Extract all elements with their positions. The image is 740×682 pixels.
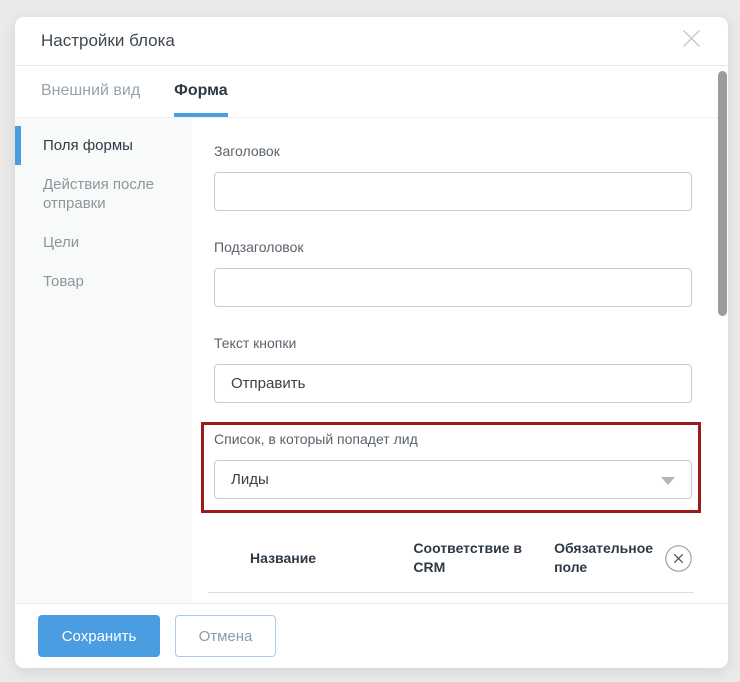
- sidebar-item-after-submit-actions[interactable]: Действия после отправки: [15, 165, 192, 223]
- lead-list-select[interactable]: Лиды: [214, 460, 692, 499]
- lead-list-selected-value: Лиды: [231, 471, 269, 488]
- column-header-crm-mapping: Соответствие в CRM: [413, 539, 554, 577]
- save-button[interactable]: Сохранить: [38, 615, 160, 657]
- dialog-footer: Сохранить Отмена: [15, 603, 728, 668]
- tab-form[interactable]: Форма: [174, 66, 228, 117]
- column-header-required-field: Обязательное поле: [554, 539, 665, 577]
- scrollbar-thumb[interactable]: [718, 71, 727, 316]
- subtitle-input[interactable]: [214, 268, 692, 307]
- lead-list-label: Список, в который попадет лид: [214, 431, 692, 448]
- subtitle-field-label: Подзаголовок: [214, 239, 692, 256]
- button-text-field-group: Текст кнопки: [214, 335, 692, 403]
- cancel-button[interactable]: Отмена: [175, 615, 276, 657]
- button-text-input[interactable]: [214, 364, 692, 403]
- dialog-body: Поля формы Действия после отправки Цели …: [15, 118, 728, 603]
- title-field-label: Заголовок: [214, 143, 692, 160]
- dialog-title: Настройки блока: [41, 31, 175, 51]
- close-icon: [682, 29, 701, 53]
- sidebar: Поля формы Действия после отправки Цели …: [15, 118, 192, 603]
- fields-table-header: Название Соответствие в CRM Обязательное…: [214, 539, 692, 577]
- chevron-down-icon: [661, 477, 675, 485]
- dialog-header: Настройки блока: [15, 17, 728, 66]
- sidebar-item-goals[interactable]: Цели: [15, 223, 192, 262]
- circle-x-icon: [665, 559, 692, 575]
- title-field-group: Заголовок: [214, 143, 692, 211]
- sidebar-item-form-fields[interactable]: Поля формы: [15, 126, 192, 165]
- title-input[interactable]: [214, 172, 692, 211]
- remove-row-button[interactable]: [665, 545, 692, 572]
- button-text-field-label: Текст кнопки: [214, 335, 692, 352]
- close-button[interactable]: [680, 30, 702, 52]
- subtitle-field-group: Подзаголовок: [214, 239, 692, 307]
- lead-list-highlight-box: Список, в который попадет лид Лиды: [201, 422, 701, 513]
- form-settings-panel: Заголовок Подзаголовок Текст кнопки Спис…: [192, 118, 728, 603]
- sidebar-item-product[interactable]: Товар: [15, 262, 192, 301]
- block-settings-dialog: Настройки блока Внешний вид Форма Поля ф…: [15, 17, 728, 668]
- tab-appearance[interactable]: Внешний вид: [41, 66, 140, 117]
- column-header-name: Название: [250, 549, 413, 568]
- table-divider: [208, 592, 694, 593]
- tab-bar: Внешний вид Форма: [15, 66, 728, 118]
